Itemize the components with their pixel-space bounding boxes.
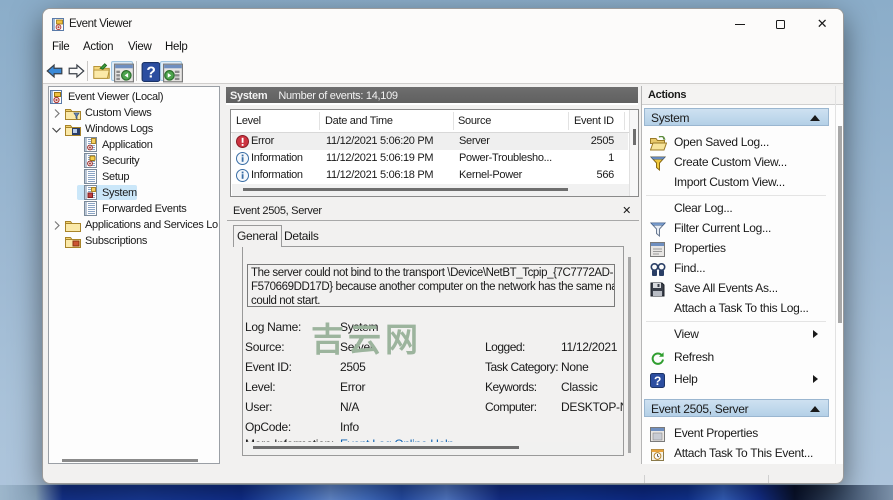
svg-text:?: ? xyxy=(654,374,661,388)
svg-text:?: ? xyxy=(146,65,155,82)
